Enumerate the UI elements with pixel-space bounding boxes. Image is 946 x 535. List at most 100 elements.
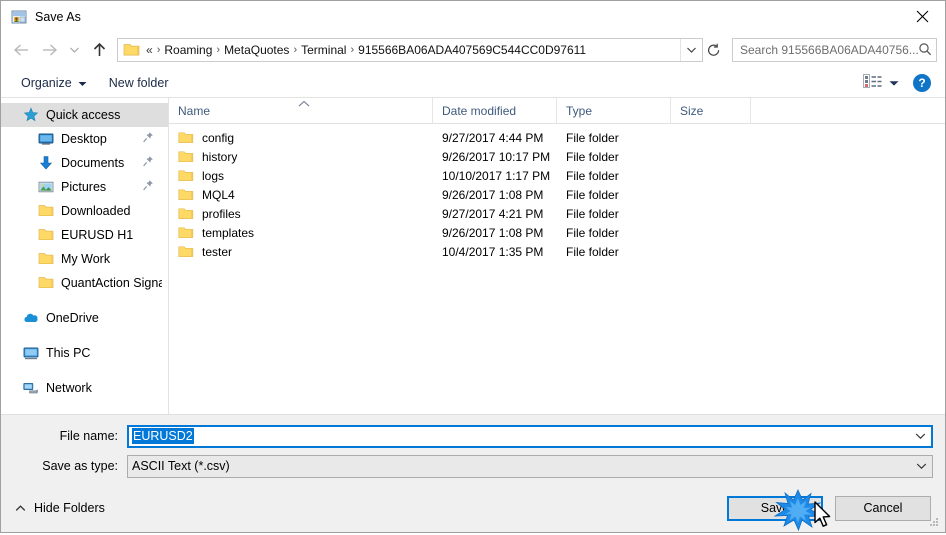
close-icon[interactable] (899, 1, 945, 32)
toolbar-right-group: ? (859, 71, 935, 95)
file-name-label: profiles (202, 206, 241, 221)
sidebar-item-eurusd-h1[interactable]: EURUSD H1 (1, 223, 168, 247)
table-row[interactable]: config 9/27/2017 4:44 PM File folder (169, 128, 945, 147)
sidebar-item-quantaction-signal[interactable]: QuantAction Signal (1, 271, 168, 295)
dialog-body: Quick access Desktop Documents Pictures … (1, 97, 945, 414)
breadcrumb-item-roaming[interactable]: Roaming (161, 43, 215, 57)
folder-icon (178, 150, 194, 164)
sidebar-item-documents[interactable]: Documents (1, 151, 168, 175)
file-type-cell: File folder (566, 244, 619, 259)
file-name-label: MQL4 (202, 187, 235, 202)
pin-icon[interactable] (142, 131, 154, 145)
network-icon (23, 380, 39, 396)
file-type-cell: File folder (566, 168, 619, 183)
sidebar-item-quick-access[interactable]: Quick access (1, 103, 168, 127)
file-name-input[interactable]: EURUSD2 (127, 424, 933, 448)
save-as-type-row: Save as type: ASCII Text (*.csv) (13, 454, 933, 478)
pin-icon[interactable] (142, 155, 154, 169)
file-name-cell: history (169, 150, 433, 164)
table-row[interactable]: tester 10/4/2017 1:35 PM File folder (169, 242, 945, 261)
folder-icon (178, 131, 194, 145)
sidebar-item-onedrive[interactable]: OneDrive (1, 306, 168, 330)
up-icon[interactable] (85, 36, 113, 64)
view-caret-down-icon (889, 76, 899, 90)
organize-button[interactable]: Organize (15, 73, 93, 93)
file-name-label: logs (202, 168, 225, 183)
recent-locations-chevron-down-icon[interactable] (63, 36, 85, 64)
new-folder-button[interactable]: New folder (103, 73, 175, 93)
folder-icon (38, 227, 54, 243)
file-name-cell: logs (169, 169, 433, 183)
title-bar: Save As (1, 1, 945, 32)
sidebar-item-desktop[interactable]: Desktop (1, 127, 168, 151)
save-as-type-chevron-down-icon[interactable] (910, 462, 932, 470)
file-name-value: EURUSD2 (132, 428, 194, 444)
search-input[interactable]: Search 915566BA06ADA40756... (732, 38, 937, 62)
file-name-cell: profiles (169, 207, 433, 221)
sidebar-item-my-work[interactable]: My Work (1, 247, 168, 271)
file-name-cell: tester (169, 245, 433, 259)
pictures-icon (38, 179, 54, 195)
save-as-app-icon (11, 9, 27, 25)
sidebar-item-label: Downloaded (61, 204, 131, 218)
help-label: ? (918, 75, 926, 90)
breadcrumb-item-terminal[interactable]: Terminal (298, 43, 349, 57)
sidebar-item-network[interactable]: Network (1, 376, 168, 400)
sidebar-item-label: Documents (61, 156, 125, 170)
folder-icon (178, 226, 194, 240)
file-name-chevron-down-icon[interactable] (909, 432, 931, 440)
save-as-type-select[interactable]: ASCII Text (*.csv) (127, 454, 933, 478)
sidebar-item-this-pc[interactable]: This PC (1, 341, 168, 365)
sidebar-item-pictures[interactable]: Pictures (1, 175, 168, 199)
pin-icon[interactable] (142, 179, 154, 193)
file-name-cell: MQL4 (169, 188, 433, 202)
address-chevron-down-icon[interactable] (680, 39, 702, 61)
caret-up-icon (15, 501, 26, 515)
table-row[interactable]: logs 10/10/2017 1:17 PM File folder (169, 166, 945, 185)
documents-icon (38, 155, 54, 171)
sidebar-item-downloaded[interactable]: Downloaded (1, 199, 168, 223)
file-name-label: history (202, 149, 238, 164)
file-date-cell: 9/26/2017 10:17 PM (442, 149, 551, 164)
onedrive-icon (23, 310, 39, 326)
table-row[interactable]: history 9/26/2017 10:17 PM File folder (169, 147, 945, 166)
file-type-cell: File folder (566, 206, 619, 221)
sidebar-item-label: EURUSD H1 (61, 228, 134, 242)
refresh-icon[interactable] (703, 38, 725, 62)
this-pc-icon (23, 345, 39, 361)
command-toolbar: Organize New folder ? (1, 68, 945, 98)
breadcrumb-item-terminal-guid[interactable]: 915566BA06ADA407569C544CC0D97611 (355, 43, 589, 57)
file-name-label: tester (202, 244, 233, 259)
save-button[interactable]: Save (727, 495, 823, 521)
folder-icon (38, 251, 54, 267)
view-mode-button[interactable] (859, 71, 903, 95)
address-bar[interactable]: « › Roaming › MetaQuotes › Terminal › 91… (117, 38, 703, 62)
table-row[interactable]: profiles 9/27/2017 4:21 PM File folder (169, 204, 945, 223)
resize-grip-icon[interactable] (927, 515, 941, 529)
details-view-icon (863, 73, 882, 92)
help-icon[interactable]: ? (913, 73, 931, 92)
breadcrumb-prefix[interactable]: « (145, 43, 156, 57)
search-icon (918, 42, 932, 59)
organize-label: Organize (21, 75, 72, 90)
folder-icon (178, 169, 194, 183)
breadcrumb-item-metaquotes[interactable]: MetaQuotes (221, 43, 292, 57)
table-row[interactable]: templates 9/26/2017 1:08 PM File folder (169, 223, 945, 242)
hide-folders-label: Hide Folders (34, 501, 105, 515)
column-header-type[interactable]: Type (557, 97, 671, 124)
column-header-date-modified[interactable]: Date modified (433, 97, 557, 124)
column-header-size[interactable]: Size (671, 97, 751, 124)
file-name-row: File name: EURUSD2 (13, 424, 933, 448)
desktop-icon (38, 131, 54, 147)
hide-folders-button[interactable]: Hide Folders (15, 501, 105, 515)
sidebar-item-label: OneDrive (46, 311, 99, 325)
back-icon[interactable] (7, 36, 35, 64)
forward-icon[interactable] (35, 36, 63, 64)
dialog-footer: Hide Folders Save Cancel (1, 484, 945, 532)
table-row[interactable]: MQL4 9/26/2017 1:08 PM File folder (169, 185, 945, 204)
column-header-name[interactable]: Name (169, 97, 433, 124)
cancel-button[interactable]: Cancel (835, 495, 931, 521)
save-as-dialog: Save As « › Roaming › MetaQuotes › Termi… (0, 0, 946, 533)
